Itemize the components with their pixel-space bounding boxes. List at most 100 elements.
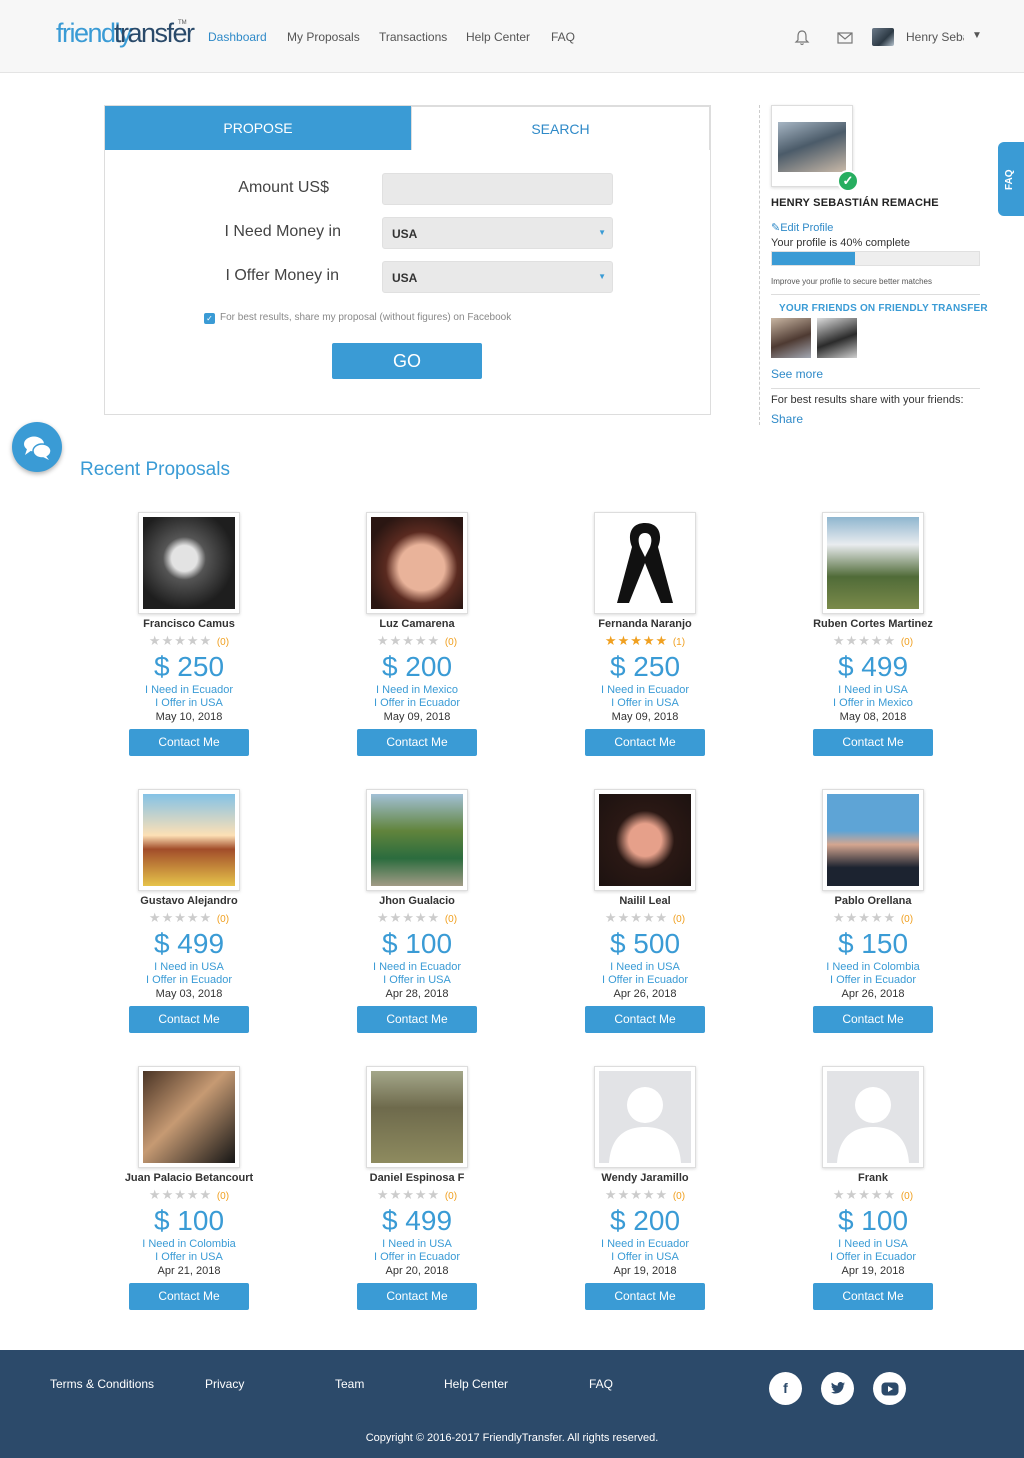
tab-search[interactable]: SEARCH [411,106,710,150]
proposal-user-name[interactable]: Daniel Espinosa F [308,1172,526,1184]
nav-transactions[interactable]: Transactions [379,30,447,44]
proposal-user-name[interactable]: Juan Palacio Betancourt [80,1172,298,1184]
friend-avatar[interactable] [817,318,857,358]
friendlytransfer-logo[interactable]: friendly transfer TM [56,16,195,60]
see-more-friends-link[interactable]: See more [771,367,823,381]
default-avatar-icon [609,1087,681,1163]
nav-my-proposals[interactable]: My Proposals [287,30,360,44]
nav-dashboard[interactable]: Dashboard [208,30,267,44]
envelope-icon[interactable] [836,29,854,47]
proposal-card: Fernanda Naranjo ★★★★★ (1) $ 250 I Need in … [536,512,764,762]
proposal-user-name[interactable]: Jhon Gualacio [308,895,526,907]
proposal-avatar[interactable] [366,1066,468,1168]
logo-trademark: TM [178,20,187,26]
proposal-user-name[interactable]: Wendy Jaramillo [536,1172,754,1184]
star-icon: ★ [617,1187,631,1202]
footer-faq-link[interactable]: FAQ [589,1377,613,1391]
rating-stars: ★★★★★ (0) [536,910,754,926]
need-country-select[interactable]: USA ▼ [382,217,613,249]
facebook-icon[interactable]: f [769,1372,802,1405]
proposal-offer: I Offer in Ecuador [829,974,916,986]
proposal-avatar[interactable] [366,512,468,614]
star-icon: ★ [832,633,846,648]
proposal-avatar[interactable] [138,512,240,614]
user-name[interactable]: Henry Sebastián [906,30,964,44]
chat-bubble-button[interactable] [12,422,62,472]
proposal-offer: I Offer in Ecuador [373,697,460,709]
star-icon: ★ [174,1187,187,1202]
rating-stars: ★★★★★ (0) [308,910,526,926]
proposal-user-name[interactable]: Frank [764,1172,982,1184]
proposal-need: I Need in USA [838,1238,908,1250]
go-button[interactable]: GO [332,343,482,379]
contact-me-button[interactable]: Contact Me [813,1006,933,1033]
proposal-user-name[interactable]: Francisco Camus [80,618,298,630]
proposal-user-name[interactable]: Luz Camarena [308,618,526,630]
star-icon: ★ [161,910,175,925]
star-icon: ★ [186,1187,200,1202]
star-icon: ★ [617,910,631,925]
proposal-avatar[interactable] [594,512,696,614]
star-icon: ★ [427,633,441,648]
faq-side-tab[interactable]: FAQ [998,142,1024,216]
proposal-user-name[interactable]: Nailil Leal [536,895,754,907]
proposal-offer: I Offer in Ecuador [145,974,232,986]
user-avatar[interactable] [872,28,894,46]
mourning-ribbon-icon [617,523,673,603]
contact-me-button[interactable]: Contact Me [129,1006,249,1033]
bell-icon[interactable] [793,29,811,47]
share-link[interactable]: Share [771,412,803,426]
tab-propose[interactable]: PROPOSE [105,106,411,150]
chevron-down-icon[interactable]: ▼ [972,30,982,41]
twitter-icon[interactable] [821,1372,854,1405]
contact-me-button[interactable]: Contact Me [129,729,249,756]
amount-input[interactable] [382,173,613,205]
proposal-avatar[interactable] [138,1066,240,1168]
star-icon: ★ [414,910,428,925]
footer-privacy-link[interactable]: Privacy [205,1377,244,1391]
proposal-avatar[interactable] [822,789,924,891]
edit-profile-link[interactable]: ✎Edit Profile [771,221,833,234]
star-icon: ★ [655,1187,669,1202]
proposal-need: I Need in USA [838,684,908,696]
contact-me-button[interactable]: Contact Me [585,1006,705,1033]
youtube-icon[interactable] [873,1372,906,1405]
contact-me-button[interactable]: Contact Me [813,1283,933,1310]
contact-me-button[interactable]: Contact Me [585,729,705,756]
review-count: (0) [444,1191,458,1202]
proposal-user-name[interactable]: Ruben Cortes Martinez [764,618,982,630]
star-icon: ★ [161,633,175,648]
contact-me-button[interactable]: Contact Me [129,1283,249,1310]
star-icon: ★ [604,633,618,648]
nav-faq[interactable]: FAQ [551,30,575,44]
proposal-avatar[interactable] [594,789,696,891]
proposal-avatar[interactable] [366,789,468,891]
nav-help-center[interactable]: Help Center [466,30,530,44]
proposal-avatar[interactable] [822,512,924,614]
faq-side-tab-label: FAQ [1004,169,1015,190]
star-icon: ★ [199,910,213,925]
proposal-user-name[interactable]: Fernanda Naranjo [536,618,754,630]
proposal-user-name[interactable]: Pablo Orellana [764,895,982,907]
contact-me-button[interactable]: Contact Me [585,1283,705,1310]
proposal-need: I Need in Ecuador [600,684,690,696]
rating-stars: ★★★★★ (0) [308,633,526,649]
contact-me-button[interactable]: Contact Me [357,1006,477,1033]
offer-country-select[interactable]: USA ▼ [382,261,613,293]
proposal-offer: I Offer in USA [611,697,679,709]
proposal-offer: I Offer in USA [155,1251,223,1263]
proposal-user-name[interactable]: Gustavo Alejandro [80,895,298,907]
proposal-avatar-image [371,794,463,886]
contact-me-button[interactable]: Contact Me [357,729,477,756]
footer-terms-link[interactable]: Terms & Conditions [50,1377,154,1391]
share-facebook-checkbox[interactable]: ✓ [204,313,215,324]
contact-me-button[interactable]: Contact Me [813,729,933,756]
friend-avatar[interactable] [771,318,811,358]
proposal-avatar[interactable] [594,1066,696,1168]
proposal-avatar[interactable] [138,789,240,891]
footer-help-center-link[interactable]: Help Center [444,1377,508,1391]
star-icon: ★ [389,910,403,925]
contact-me-button[interactable]: Contact Me [357,1283,477,1310]
proposal-avatar[interactable] [822,1066,924,1168]
footer-team-link[interactable]: Team [335,1377,364,1391]
